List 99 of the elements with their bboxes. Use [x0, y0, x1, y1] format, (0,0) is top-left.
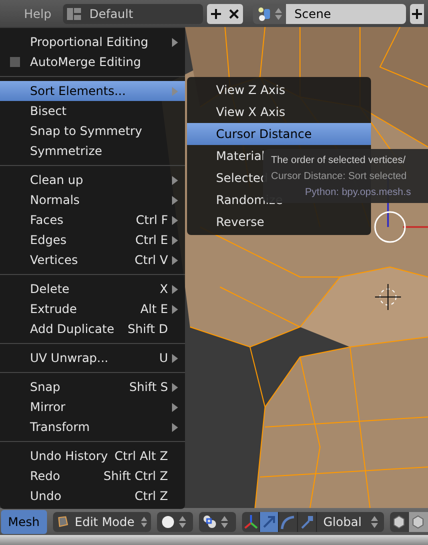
submenu-arrow-icon [172, 256, 178, 264]
tooltip-description: The order of selected vertices/ [271, 154, 407, 168]
menu-item-label: Undo History [30, 448, 109, 465]
shortcut-label: Ctrl Alt Z [114, 448, 168, 465]
submenu-arrow-icon [172, 422, 178, 432]
checkbox[interactable] [10, 57, 20, 67]
menu-item-label: Delete [30, 281, 70, 298]
menu-item-label: Snap [30, 379, 62, 396]
menu-item[interactable]: Vertices Ctrl V [0, 250, 185, 270]
menu-item[interactable]: Sort Elements... [0, 81, 185, 101]
close-button[interactable] [225, 4, 244, 24]
help-menu[interactable]: Help [4, 4, 60, 22]
menu-item-label: Extrude [30, 301, 78, 318]
submenu-arrow-icon [172, 216, 178, 224]
shortcut-label: U [159, 350, 168, 367]
shortcut-label: Ctrl V [134, 252, 168, 269]
submenu-arrow-icon [172, 382, 178, 392]
menu-item-label: Symmetrize [30, 143, 104, 160]
menu-item[interactable]: Symmetrize [0, 141, 185, 161]
add-button[interactable] [207, 4, 226, 24]
menu-item-label: Redo [30, 468, 62, 485]
close-icon [229, 8, 240, 18]
plus-icon [412, 8, 422, 18]
menu-item[interactable]: Redo Shift Ctrl Z [0, 466, 185, 486]
menu-item-label: Vertices [30, 252, 79, 269]
up-down-arrows-icon [275, 6, 282, 20]
axes-icon[interactable] [242, 512, 260, 532]
cube-icon[interactable] [390, 512, 409, 532]
plus-icon [211, 8, 222, 18]
submenu-arrow-icon [172, 38, 178, 46]
menu-item[interactable]: Undo History Ctrl Alt Z [0, 446, 185, 466]
menu-item[interactable]: Faces Ctrl F [0, 210, 185, 230]
shortcut-label: Ctrl E [135, 232, 168, 249]
submenu-arrow-icon [172, 196, 178, 204]
menu-item-label: Undo [30, 488, 62, 505]
orientation-selector[interactable]: Global [317, 512, 384, 532]
menu-item[interactable]: AutoMerge Editing [0, 52, 185, 72]
menu-item-label: Sort Elements... [30, 83, 127, 100]
menu-item-label: Mirror [30, 399, 66, 416]
menu-item[interactable]: Clean up [0, 170, 185, 190]
tooltip-detail: Cursor Distance: Sort selected [271, 170, 408, 184]
submenu-item[interactable]: Cursor Distance [187, 123, 371, 145]
submenu-arrow-icon [172, 176, 178, 184]
up-down-arrows-icon [178, 514, 186, 528]
submenu-arrow-icon [172, 86, 178, 96]
shortcut-label: Ctrl F [136, 212, 168, 229]
menu-item[interactable]: Bisect [0, 101, 185, 121]
submenu-arrow-icon [172, 236, 178, 244]
shortcut-label: Ctrl Z [134, 488, 168, 505]
menu-item-label: Clean up [30, 172, 84, 189]
menu-item[interactable]: Transform [0, 417, 185, 437]
layout-icon [67, 8, 82, 20]
shortcut-label: Alt E [140, 301, 168, 318]
menu-item-label: Add Duplicate [30, 321, 116, 338]
mesh-menu-button[interactable]: Mesh [1, 510, 47, 534]
submenu-item[interactable]: View X Axis [187, 101, 371, 123]
add-scene-button[interactable] [410, 4, 424, 24]
menu-item[interactable]: Add Duplicate Shift D [0, 319, 185, 339]
menu-item-label: Edges [30, 232, 68, 249]
shading-selector[interactable] [156, 512, 194, 532]
pivot-icon [203, 514, 218, 528]
shortcut-label: Shift Ctrl Z [104, 468, 168, 485]
menu-item-label: Transform [30, 419, 91, 436]
up-down-arrows-icon [370, 514, 378, 528]
submenu-arrow-icon [172, 304, 178, 314]
menu-item[interactable]: Snap Shift S [0, 377, 185, 397]
up-down-arrows-icon [221, 514, 228, 528]
shortcut-label: Shift D [128, 321, 168, 338]
submenu-arrow-icon [172, 284, 178, 294]
menu-item[interactable]: Undo Ctrl Z [0, 486, 185, 506]
up-down-arrows-icon [140, 514, 147, 528]
menu-item[interactable]: Snap to Symmetry [0, 121, 185, 141]
menu-item[interactable]: Edges Ctrl E [0, 230, 185, 250]
menu-item-label: Normals [30, 192, 81, 209]
mode-selector[interactable]: Edit Mode [52, 512, 151, 532]
menu-item[interactable]: Mirror [0, 397, 185, 417]
menu-item-label: Bisect [30, 103, 68, 120]
arc-icon[interactable] [279, 512, 298, 532]
menu-item-label: Snap to Symmetry [30, 123, 144, 140]
menu-item[interactable]: UV Unwrap... U [0, 348, 185, 368]
shortcut-label: Shift S [129, 379, 168, 396]
edit-mode-icon [56, 514, 69, 528]
pivot-selector[interactable] [199, 512, 236, 532]
menu-item[interactable]: Proportional Editing [0, 32, 185, 52]
menu-item-label: UV Unwrap... [30, 350, 110, 367]
menu-item[interactable]: Extrude Alt E [0, 299, 185, 319]
menu-item[interactable]: Delete X [0, 279, 185, 299]
sphere-icon [160, 514, 175, 528]
submenu-item[interactable]: View Z Axis [187, 79, 371, 101]
layout-selector[interactable]: Default [63, 4, 204, 24]
menu-item-label: Proportional Editing [30, 34, 150, 51]
submenu-arrow-icon [172, 402, 178, 412]
menu-item[interactable]: Normals [0, 190, 185, 210]
submenu-item[interactable]: Reverse [187, 211, 371, 233]
cube-icon[interactable] [408, 512, 428, 532]
square-handle-icon[interactable] [298, 512, 318, 532]
submenu-arrow-icon [172, 354, 178, 362]
shortcut-label: X [160, 281, 168, 298]
menu-item-label: Faces [30, 212, 64, 229]
